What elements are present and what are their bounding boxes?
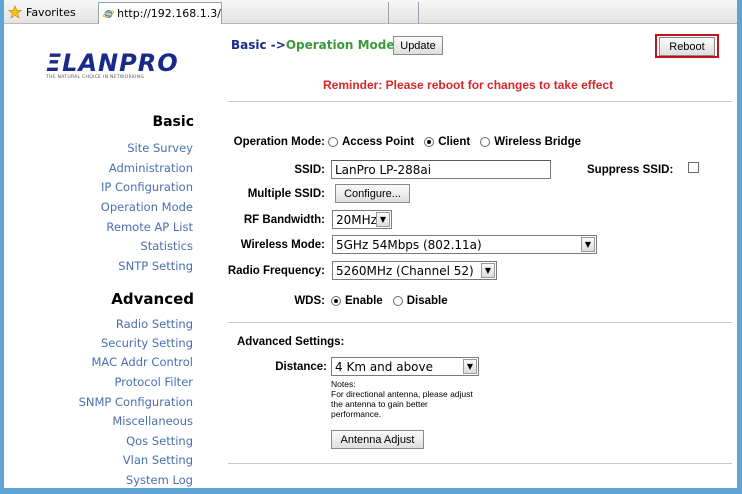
radio-access-point[interactable] [328, 137, 338, 147]
chevron-down-icon[interactable]: ▼ [481, 263, 495, 278]
main-content: Basic ->Operation Mode Update Reboot Rem… [225, 25, 735, 488]
wireless-mode-label: Wireless Mode: [240, 239, 325, 251]
logo-text: ΞLANPRO [46, 49, 179, 77]
divider [228, 463, 732, 464]
sidebar-item-protocol-filter[interactable]: Protocol Filter [115, 375, 193, 389]
mode-option-label: Wireless Bridge [494, 136, 582, 148]
notes-line: For directional antenna, please adjust [331, 389, 473, 399]
favorites-label: Favorites [26, 5, 76, 19]
sidebar-item-remote-ap-list[interactable]: Remote AP List [106, 220, 193, 234]
tab-divider [388, 2, 389, 24]
rf-bandwidth-select[interactable]: 20MHz ▼ [332, 210, 392, 229]
wds-label: WDS: [294, 295, 325, 307]
operation-mode-radios: Access Point Client Wireless Bridge [328, 136, 591, 148]
distance-label: Distance: [275, 361, 327, 373]
chevron-down-icon[interactable]: ▼ [463, 359, 477, 374]
suppress-ssid-checkbox[interactable] [688, 162, 699, 173]
basic-heading: Basic [152, 114, 194, 130]
sidebar-item-security-setting[interactable]: Security Setting [101, 336, 193, 350]
notes-line: performance. [331, 409, 382, 419]
multiple-ssid-label: Multiple SSID: [247, 188, 325, 200]
rf-bandwidth-value: 20MHz [336, 212, 377, 227]
rf-bandwidth-label: RF Bandwidth: [243, 214, 325, 226]
notes-line: Notes: [331, 379, 356, 389]
distance-select[interactable]: 4 Km and above ▼ [331, 357, 479, 376]
star-icon [8, 5, 22, 19]
sidebar-item-operation-mode[interactable]: Operation Mode [101, 200, 193, 214]
wds-option-label: Disable [406, 295, 448, 307]
wireless-mode-select[interactable]: 5GHz 54Mbps (802.11a) ▼ [332, 235, 597, 254]
radio-frequency-label: Radio Frequency: [227, 265, 325, 277]
wds-radios: Enable Disable [331, 295, 458, 307]
ie-icon [103, 9, 115, 18]
breadcrumb-page: Operation Mode [285, 38, 395, 52]
tab-divider [418, 2, 419, 24]
reboot-highlight: Reboot [655, 34, 719, 58]
mode-option-access-point[interactable]: Access Point [328, 136, 414, 148]
radio-wds-enable[interactable] [331, 296, 341, 306]
mode-option-label: Client [438, 136, 471, 148]
sidebar-item-vlan-setting[interactable]: Vlan Setting [123, 453, 193, 467]
favorites-button[interactable]: Favorites [8, 3, 76, 21]
sidebar-item-administration[interactable]: Administration [109, 161, 193, 175]
sidebar-item-system-log[interactable]: System Log [126, 473, 193, 487]
wds-option-label: Enable [345, 295, 383, 307]
breadcrumb: Basic ->Operation Mode [231, 38, 395, 52]
mode-option-wireless-bridge[interactable]: Wireless Bridge [480, 136, 581, 148]
notes-line: the antenna to gain better [331, 399, 428, 409]
divider [228, 322, 732, 323]
reboot-button[interactable]: Reboot [659, 37, 715, 56]
configure-button[interactable]: Configure... [335, 184, 410, 203]
sidebar: ΞLANPRO THE NATURAL CHOICE IN NETWORKING… [4, 25, 204, 488]
browser-tab[interactable]: http://192.168.1.3/ [98, 2, 222, 24]
ssid-label: SSID: [294, 164, 325, 176]
radio-client[interactable] [424, 137, 435, 147]
wds-option-disable[interactable]: Disable [392, 295, 448, 307]
suppress-ssid-label: Suppress SSID: [587, 164, 674, 176]
wds-option-enable[interactable]: Enable [331, 295, 383, 307]
radio-wireless-bridge[interactable] [480, 137, 491, 147]
sidebar-item-sntp-setting[interactable]: SNTP Setting [118, 259, 193, 273]
sidebar-item-radio-setting[interactable]: Radio Setting [116, 317, 193, 331]
divider [228, 101, 732, 102]
sidebar-item-statistics[interactable]: Statistics [140, 239, 193, 253]
mode-option-client[interactable]: Client [424, 136, 470, 148]
favorites-bar: Favorites http://192.168.1.3/ [4, 0, 737, 24]
chevron-down-icon[interactable]: ▼ [581, 237, 595, 252]
distance-value: 4 Km and above [335, 359, 434, 374]
update-button[interactable]: Update [393, 36, 443, 55]
ssid-input[interactable]: LanPro LP-288ai [331, 160, 551, 179]
advanced-settings-heading: Advanced Settings: [237, 336, 345, 348]
sidebar-item-site-survey[interactable]: Site Survey [127, 141, 193, 155]
sidebar-item-snmp-configuration[interactable]: SNMP Configuration [79, 395, 193, 409]
radio-wds-disable[interactable] [392, 296, 403, 306]
antenna-notes: Notes: For directional antenna, please a… [331, 379, 473, 419]
sidebar-item-mac-addr-control[interactable]: MAC Addr Control [92, 355, 194, 369]
chevron-down-icon[interactable]: ▼ [376, 212, 390, 227]
radio-frequency-value: 5260MHz (Channel 52) [336, 263, 474, 278]
advanced-heading: Advanced [111, 290, 194, 308]
breadcrumb-section: Basic -> [231, 38, 286, 52]
radio-frequency-select[interactable]: 5260MHz (Channel 52) ▼ [332, 261, 497, 280]
lanpro-logo: ΞLANPRO THE NATURAL CHOICE IN NETWORKING [46, 49, 196, 80]
sidebar-item-miscellaneous[interactable]: Miscellaneous [112, 414, 193, 428]
sidebar-item-ip-configuration[interactable]: IP Configuration [101, 180, 193, 194]
reboot-reminder: Reminder: Please reboot for changes to t… [323, 78, 614, 92]
wireless-mode-value: 5GHz 54Mbps (802.11a) [336, 237, 482, 252]
antenna-adjust-button[interactable]: Antenna Adjust [331, 430, 424, 449]
sidebar-item-qos-setting[interactable]: Qos Setting [126, 434, 193, 448]
operation-mode-label: Operation Mode: [233, 136, 325, 148]
mode-option-label: Access Point [342, 136, 415, 148]
tab-url: http://192.168.1.3/ [117, 7, 221, 20]
